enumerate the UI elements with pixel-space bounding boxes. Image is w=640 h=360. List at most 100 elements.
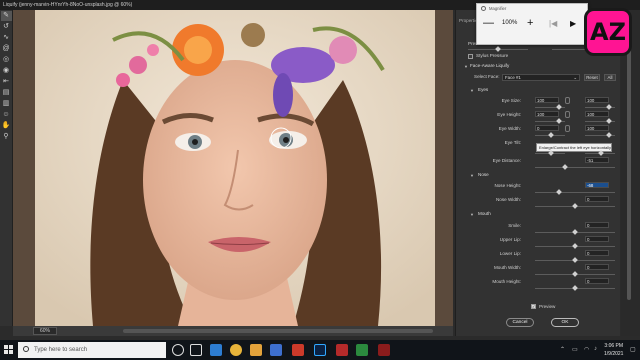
zoom-icon[interactable]: ⚲	[1, 132, 12, 142]
link-icon[interactable]	[565, 97, 570, 104]
battery-icon[interactable]: ▭	[572, 346, 578, 353]
zoom-level-field[interactable]: 60%	[33, 327, 57, 335]
mouth-width-slider[interactable]	[535, 271, 615, 277]
smile-field[interactable]: 0	[585, 222, 609, 228]
chevron-down-icon[interactable]: ▼	[470, 212, 474, 217]
freeze-mask-icon[interactable]: ▤	[1, 88, 12, 98]
reset-button[interactable]: Reset	[584, 74, 600, 81]
eye-height-left-slider[interactable]	[535, 118, 565, 124]
mouth-height-slider[interactable]	[535, 285, 615, 291]
chevron-down-icon[interactable]: ▼	[470, 88, 474, 93]
twirl-icon[interactable]: @	[1, 44, 12, 54]
task-view-icon[interactable]	[190, 344, 202, 356]
nose-width-slider[interactable]	[535, 203, 615, 209]
lower-lip-slider[interactable]	[535, 257, 615, 263]
eye-size-right-slider[interactable]	[585, 104, 615, 110]
chrome-icon[interactable]	[230, 344, 242, 356]
nose-heading: Nose	[478, 172, 489, 177]
nose-height-field[interactable]: -68	[585, 182, 609, 188]
zoom-in-button[interactable]: +	[527, 16, 533, 30]
stylus-pressure-label: Stylus Pressure	[476, 53, 509, 58]
lower-lip-field[interactable]: 0	[585, 250, 609, 256]
bloat-icon[interactable]: ◉	[1, 66, 12, 76]
horizontal-scrollbar[interactable]	[123, 329, 433, 333]
nose-height-slider[interactable]	[535, 189, 615, 195]
eye-height-right-slider[interactable]	[585, 118, 615, 124]
file-explorer-icon[interactable]	[250, 344, 262, 356]
eye-width-right-slider[interactable]	[585, 132, 615, 138]
eye-distance-field[interactable]: -51	[585, 157, 609, 163]
clock-date: 1/9/2021	[604, 351, 624, 357]
app-icon-dark-red[interactable]	[336, 344, 348, 356]
taskbar-search[interactable]: Type here to search	[18, 342, 166, 358]
eye-width-label: Eye Width:	[498, 126, 521, 131]
notification-icon[interactable]: ▢	[630, 346, 636, 353]
mouth-heading: Mouth	[478, 211, 491, 216]
upper-lip-field[interactable]: 0	[585, 236, 609, 242]
previous-icon[interactable]: |◀	[549, 19, 557, 28]
windows-start-icon[interactable]	[4, 345, 14, 355]
upper-lip-slider[interactable]	[535, 243, 615, 249]
system-clock[interactable]: 3:06 PM 1/9/2021	[604, 342, 623, 358]
mouth-height-field[interactable]: 0	[585, 278, 609, 284]
pucker-icon[interactable]: ◎	[1, 55, 12, 65]
eye-height-right-field[interactable]: 100	[585, 111, 609, 117]
zoom-out-button[interactable]: —	[483, 16, 494, 30]
eye-width-left-slider[interactable]	[535, 132, 565, 138]
eye-distance-slider[interactable]	[535, 164, 615, 170]
ok-button[interactable]: OK	[551, 318, 579, 327]
eye-height-left-field[interactable]: 100	[535, 111, 559, 117]
preview-checkbox[interactable]: ✓	[531, 304, 536, 309]
right-scroll-strip	[621, 10, 640, 336]
volume-icon[interactable]: ♪	[594, 346, 597, 352]
eye-tilt-left-slider[interactable]	[535, 150, 565, 156]
eye-size-right-field[interactable]: 100	[585, 97, 609, 103]
hand-icon[interactable]: ✋	[1, 121, 12, 131]
link-icon[interactable]	[565, 125, 570, 132]
app-icon-red[interactable]	[292, 344, 304, 356]
pressure-slider[interactable]	[468, 46, 528, 52]
upper-lip-label: Upper Lip:	[499, 237, 521, 242]
eye-size-left-slider[interactable]	[535, 104, 565, 110]
taskbar: Type here to search ⌃ ▭ ◠ ♪ 3:06 PM 1/9/…	[0, 340, 640, 360]
magnifier-window: Magnifier — 100% + |◀ ▶	[476, 3, 588, 45]
app-icon-maroon[interactable]	[378, 344, 390, 356]
eyes-heading: Eyes	[478, 87, 489, 92]
stylus-pressure-checkbox[interactable]	[468, 54, 473, 59]
nose-height-label: Nose Height:	[494, 183, 521, 188]
face-tool-icon[interactable]: ☺	[1, 110, 12, 120]
all-button[interactable]: All	[604, 74, 616, 81]
link-icon[interactable]	[565, 111, 570, 118]
thaw-mask-icon[interactable]: ▥	[1, 99, 12, 109]
push-left-icon[interactable]: ⇤	[1, 77, 12, 87]
select-face-dropdown[interactable]: Face #1 ⌄	[502, 74, 580, 81]
reconstruct-icon[interactable]: ↺	[1, 22, 12, 32]
properties-panel: Properties Pressure Rate: Stylus Pressur…	[455, 10, 620, 336]
vertical-scrollbar[interactable]	[627, 30, 631, 300]
app-icon-blue[interactable]	[270, 344, 282, 356]
forward-warp-icon[interactable]: ✎	[0, 11, 12, 21]
chevron-down-icon[interactable]: ▼	[464, 64, 468, 69]
clock-time: 3:06 PM	[604, 343, 624, 349]
cortana-icon[interactable]	[172, 344, 184, 356]
nose-width-field[interactable]: 0	[585, 196, 609, 202]
eye-height-label: Eye Height:	[497, 112, 521, 117]
smile-slider[interactable]	[535, 229, 615, 235]
cancel-button[interactable]: Cancel	[506, 318, 534, 327]
chevron-up-icon[interactable]: ⌃	[560, 346, 565, 353]
app-icon-green[interactable]	[356, 344, 368, 356]
network-icon[interactable]: ◠	[584, 346, 589, 353]
photoshop-icon[interactable]	[314, 344, 326, 356]
eye-width-right-field[interactable]: 100	[585, 125, 609, 131]
mouth-width-field[interactable]: 0	[585, 264, 609, 270]
smooth-icon[interactable]: ∿	[1, 33, 12, 43]
eye-tilt-right-slider[interactable]	[585, 150, 615, 156]
magnifier-icon	[481, 6, 486, 11]
liquify-canvas[interactable]	[13, 10, 453, 326]
face-aware-heading: Face-Aware Liquify	[470, 63, 510, 68]
edge-icon[interactable]	[210, 344, 222, 356]
play-icon[interactable]: ▶	[570, 19, 576, 28]
chevron-down-icon[interactable]: ▼	[470, 173, 474, 178]
eye-width-left-field[interactable]: 0	[535, 125, 559, 131]
eye-size-left-field[interactable]: 100	[535, 97, 559, 103]
